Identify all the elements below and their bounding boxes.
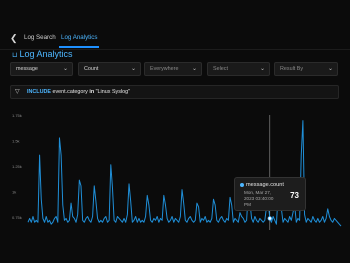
- highlighted-data-point[interactable]: [267, 216, 272, 221]
- back-chevron-icon[interactable]: ❮: [10, 33, 20, 43]
- value-select-placeholder: Select: [213, 66, 228, 72]
- y-tick-label: 1.75k: [12, 113, 22, 118]
- y-tick-label: 1k: [12, 190, 16, 195]
- page-title: ⊔ Log Analytics: [12, 49, 73, 59]
- page-title-text: Log Analytics: [19, 49, 73, 59]
- tab-log-analytics[interactable]: Log Analytics: [61, 34, 97, 41]
- scope-select-placeholder: Everywhere: [150, 66, 179, 72]
- result-by-select[interactable]: Result By ⌄: [274, 62, 338, 76]
- field-select-value: message: [16, 66, 38, 72]
- y-tick-label: 0.75k: [12, 215, 22, 220]
- tooltip-value: 73: [290, 191, 299, 200]
- chevron-down-icon: ⌄: [130, 66, 136, 72]
- query-value: "Linux Syslog": [95, 89, 131, 95]
- query-operator: in: [89, 89, 95, 95]
- query-filter-bar[interactable]: ▽ INCLUDE event.category in "Linux Syslo…: [10, 85, 339, 99]
- result-by-placeholder: Result By: [280, 66, 304, 72]
- top-navigation: ❮ Log Search Log Analytics: [0, 0, 350, 50]
- tooltip-date: Mon, Mar 27, 2023 03:40:00 PM: [244, 190, 274, 207]
- filter-icon: ▽: [15, 89, 20, 95]
- chevron-down-icon: ⌄: [327, 66, 333, 72]
- chart-tooltip: message.count Mon, Mar 27, 2023 03:40:00…: [234, 177, 306, 211]
- query-keyword: INCLUDE: [27, 89, 51, 95]
- y-tick-label: 1.5k: [12, 139, 20, 144]
- aggregation-select[interactable]: Count ⌄: [78, 62, 141, 76]
- chevron-down-icon: ⌄: [191, 66, 197, 72]
- tooltip-series: message.count: [240, 182, 284, 188]
- aggregation-select-value: Count: [84, 66, 99, 72]
- field-select[interactable]: message ⌄: [10, 62, 73, 76]
- tab-log-search[interactable]: Log Search: [24, 34, 56, 41]
- filter-controls: message ⌄ Count ⌄ Everywhere ⌄ Select ⌄ …: [0, 62, 350, 78]
- scope-select[interactable]: Everywhere ⌄: [144, 62, 202, 76]
- analytics-icon: ⊔: [12, 52, 18, 59]
- query-field: event.category: [52, 89, 88, 95]
- value-select[interactable]: Select ⌄: [207, 62, 270, 76]
- tooltip-series-name: message.count: [246, 182, 284, 188]
- chevron-down-icon: ⌄: [259, 66, 265, 72]
- chevron-down-icon: ⌄: [62, 66, 68, 72]
- active-tab-indicator: [59, 46, 99, 48]
- y-tick-label: 1.25k: [12, 164, 22, 169]
- series-color-dot: [240, 182, 244, 187]
- query-text: INCLUDE event.category in "Linux Syslog": [27, 86, 130, 98]
